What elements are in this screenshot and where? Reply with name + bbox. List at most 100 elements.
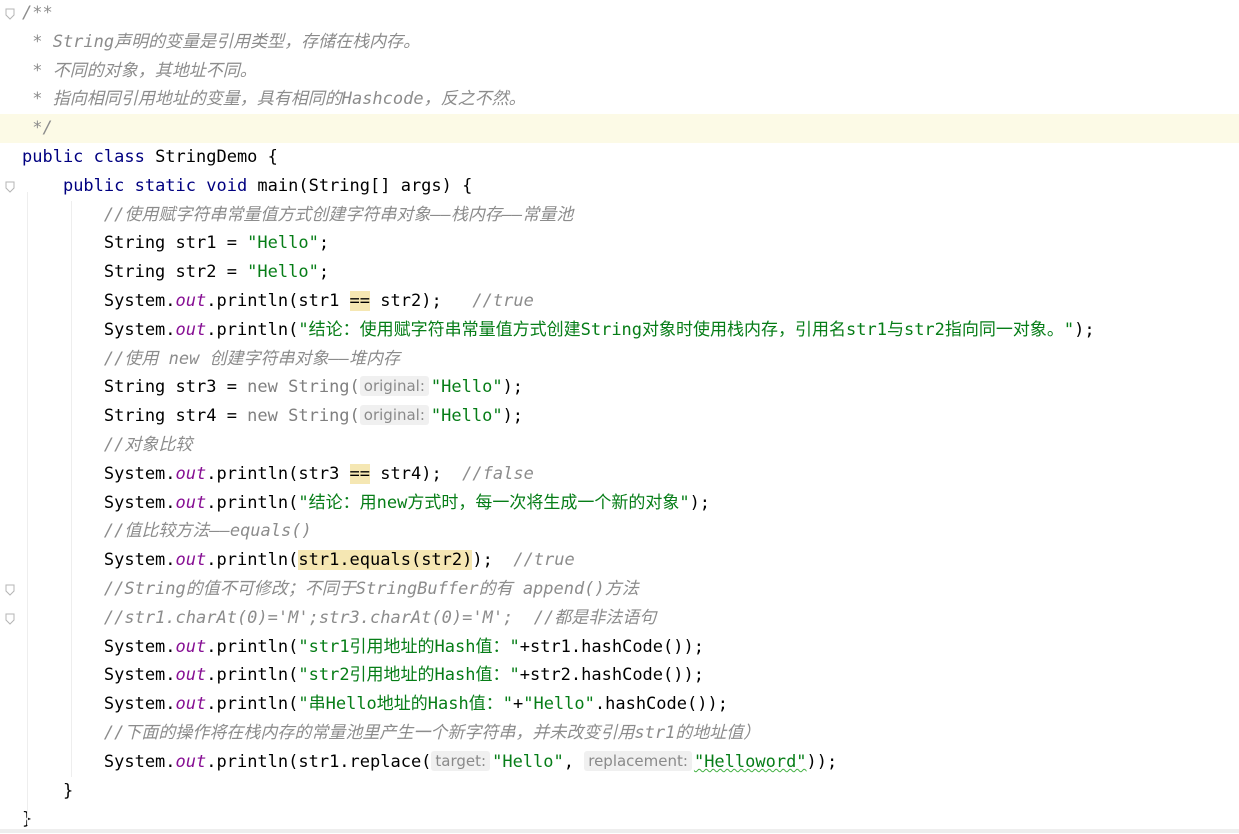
code-token: main(String[] args) { bbox=[257, 175, 473, 196]
horizontal-scrollbar[interactable] bbox=[0, 829, 1239, 833]
code-token: .println( bbox=[206, 636, 299, 657]
code-line[interactable]: * 指向相同引用地址的变量，具有相同的Hashcode，反之不然。 bbox=[0, 85, 1239, 114]
code-line[interactable]: //String的值不可修改；不同于StringBuffer的有 append(… bbox=[0, 575, 1239, 604]
brace-match-highlight: == bbox=[349, 291, 371, 311]
code-line[interactable]: } bbox=[0, 777, 1239, 806]
code-token: .hashCode()); bbox=[594, 694, 728, 715]
string-literal: "Hello" bbox=[430, 377, 503, 398]
code-line[interactable]: //下面的操作将在栈内存的常量池里产生一个新字符串，并未改变引用str1的地址值… bbox=[0, 719, 1239, 748]
code-line[interactable]: /** bbox=[0, 0, 1239, 28]
string-literal: "Hello" bbox=[247, 233, 319, 254]
code-token: , bbox=[563, 751, 585, 772]
code-line[interactable]: //值比较方法——equals() bbox=[0, 517, 1239, 546]
code-line[interactable]: System.out.println(str1.equals(str2)); /… bbox=[0, 546, 1239, 575]
parameter-hint: original: bbox=[359, 405, 429, 426]
field-reference: out bbox=[175, 636, 207, 657]
code-token: ); bbox=[502, 406, 524, 427]
field-reference: out bbox=[175, 550, 207, 571]
field-reference: out bbox=[175, 463, 207, 484]
field-reference: out bbox=[175, 492, 207, 513]
code-comment: //String的值不可修改；不同于StringBuffer的有 append(… bbox=[103, 579, 639, 599]
code-comment: /** bbox=[22, 3, 53, 23]
code-line[interactable]: String str4 = new String(original: "Hello… bbox=[0, 402, 1239, 431]
code-line[interactable]: System.out.println("串Hello地址的Hash值："+"He… bbox=[0, 690, 1239, 719]
code-token: System. bbox=[22, 463, 176, 484]
code-token: System. bbox=[22, 319, 176, 340]
code-line[interactable]: System.out.println(str1.replace(target: "… bbox=[0, 748, 1239, 777]
indent-guide bbox=[27, 191, 28, 826]
code-token: .println( bbox=[206, 665, 299, 686]
code-line[interactable]: //使用赋字符串常量值方式创建字符串对象——栈内存——常量池 bbox=[0, 201, 1239, 230]
code-token: } bbox=[22, 780, 74, 801]
code-token: .println( bbox=[206, 319, 299, 340]
string-literal: "结论：用new方式时，每一次将生成一个新的对象" bbox=[298, 492, 690, 513]
code-line[interactable]: String str3 = new String(original: "Hello… bbox=[0, 373, 1239, 402]
keyword: public class bbox=[22, 147, 156, 167]
code-token: +str1.hashCode()); bbox=[519, 636, 704, 657]
code-line[interactable]: System.out.println("结论：使用赋字符串常量值方式创建Stri… bbox=[0, 316, 1239, 345]
field-reference: out bbox=[175, 319, 207, 340]
parameter-hint: original: bbox=[359, 376, 429, 397]
code-token: .println( bbox=[206, 550, 299, 571]
code-token: ); bbox=[502, 377, 524, 398]
code-line[interactable]: public static void main(String[] args) { bbox=[0, 172, 1239, 201]
code-line[interactable]: System.out.println("str2引用地址的Hash值："+str… bbox=[0, 661, 1239, 690]
code-comment: * 指向相同引用地址的变量，具有相同的Hashcode，反之不然。 bbox=[22, 89, 526, 110]
code-token: str4); bbox=[370, 463, 463, 484]
string-literal: "str1引用地址的Hash值：" bbox=[298, 636, 520, 657]
code-line[interactable]: * String声明的变量是引用类型，存储在栈内存。 bbox=[0, 28, 1239, 57]
code-token: ; bbox=[318, 233, 330, 254]
code-token: System. bbox=[22, 550, 176, 571]
keyword: public static void bbox=[62, 175, 258, 196]
code-line[interactable]: */ bbox=[0, 114, 1239, 144]
code-token: )); bbox=[806, 751, 838, 772]
code-line[interactable]: String str1 = "Hello"; bbox=[0, 229, 1239, 258]
code-token: .println( bbox=[206, 694, 299, 715]
string-literal: "Hello" bbox=[430, 406, 503, 427]
code-comment: //下面的操作将在栈内存的常量池里产生一个新字符串，并未改变引用str1的地址值… bbox=[103, 723, 761, 743]
code-line[interactable]: System.out.println(str3 == str4); //fals… bbox=[0, 460, 1239, 489]
code-line[interactable]: //对象比较 bbox=[0, 431, 1239, 460]
code-token: System. bbox=[22, 291, 176, 311]
parameter-hint: target: bbox=[431, 750, 491, 771]
string-literal: "结论：使用赋字符串常量值方式创建String对象时使用栈内存，引用名str1与… bbox=[298, 319, 1075, 340]
code-comment: //使用 new 创建字符串对象——堆内存 bbox=[103, 348, 401, 369]
parameter-hint: replacement: bbox=[584, 750, 692, 771]
code-comment: //使用赋字符串常量值方式创建字符串对象——栈内存——常量池 bbox=[103, 204, 574, 225]
code-token: String( bbox=[288, 377, 360, 398]
code-line[interactable]: System.out.println("str1引用地址的Hash值："+str… bbox=[0, 633, 1239, 662]
code-line[interactable]: System.out.println(str1 == str2); //true bbox=[0, 287, 1239, 316]
code-token: + bbox=[512, 694, 524, 715]
code-token: StringDemo { bbox=[155, 147, 278, 167]
code-token: System. bbox=[22, 665, 176, 686]
code-token: System. bbox=[22, 751, 176, 772]
code-token: ); bbox=[1074, 319, 1095, 340]
string-literal: "Hello" bbox=[523, 694, 595, 715]
code-token: String( bbox=[288, 406, 360, 427]
code-comment: //str1.charAt(0)='M';str3.charAt(0)='M';… bbox=[103, 607, 657, 628]
code-line[interactable]: public class StringDemo { bbox=[0, 143, 1239, 172]
code-comment: //true bbox=[513, 550, 575, 571]
code-token: .println(str1.replace( bbox=[206, 751, 432, 772]
code-line[interactable]: String str2 = "Hello"; bbox=[0, 258, 1239, 287]
code-token: System. bbox=[22, 636, 176, 657]
code-comment: //false bbox=[462, 463, 534, 484]
field-reference: out bbox=[175, 694, 207, 715]
code-line[interactable]: * 不同的对象，其地址不同。 bbox=[0, 57, 1239, 86]
code-line[interactable]: //str1.charAt(0)='M';str3.charAt(0)='M';… bbox=[0, 604, 1239, 633]
code-line[interactable]: //使用 new 创建字符串对象——堆内存 bbox=[0, 345, 1239, 374]
code-token: ); bbox=[472, 550, 514, 571]
code-token: .println(str1 bbox=[206, 291, 350, 311]
code-token: ); bbox=[689, 492, 711, 513]
string-literal: "Helloword" bbox=[693, 751, 807, 772]
code-line[interactable]: System.out.println("结论：用new方式时，每一次将生成一个新… bbox=[0, 489, 1239, 518]
code-token: System. bbox=[22, 492, 176, 513]
